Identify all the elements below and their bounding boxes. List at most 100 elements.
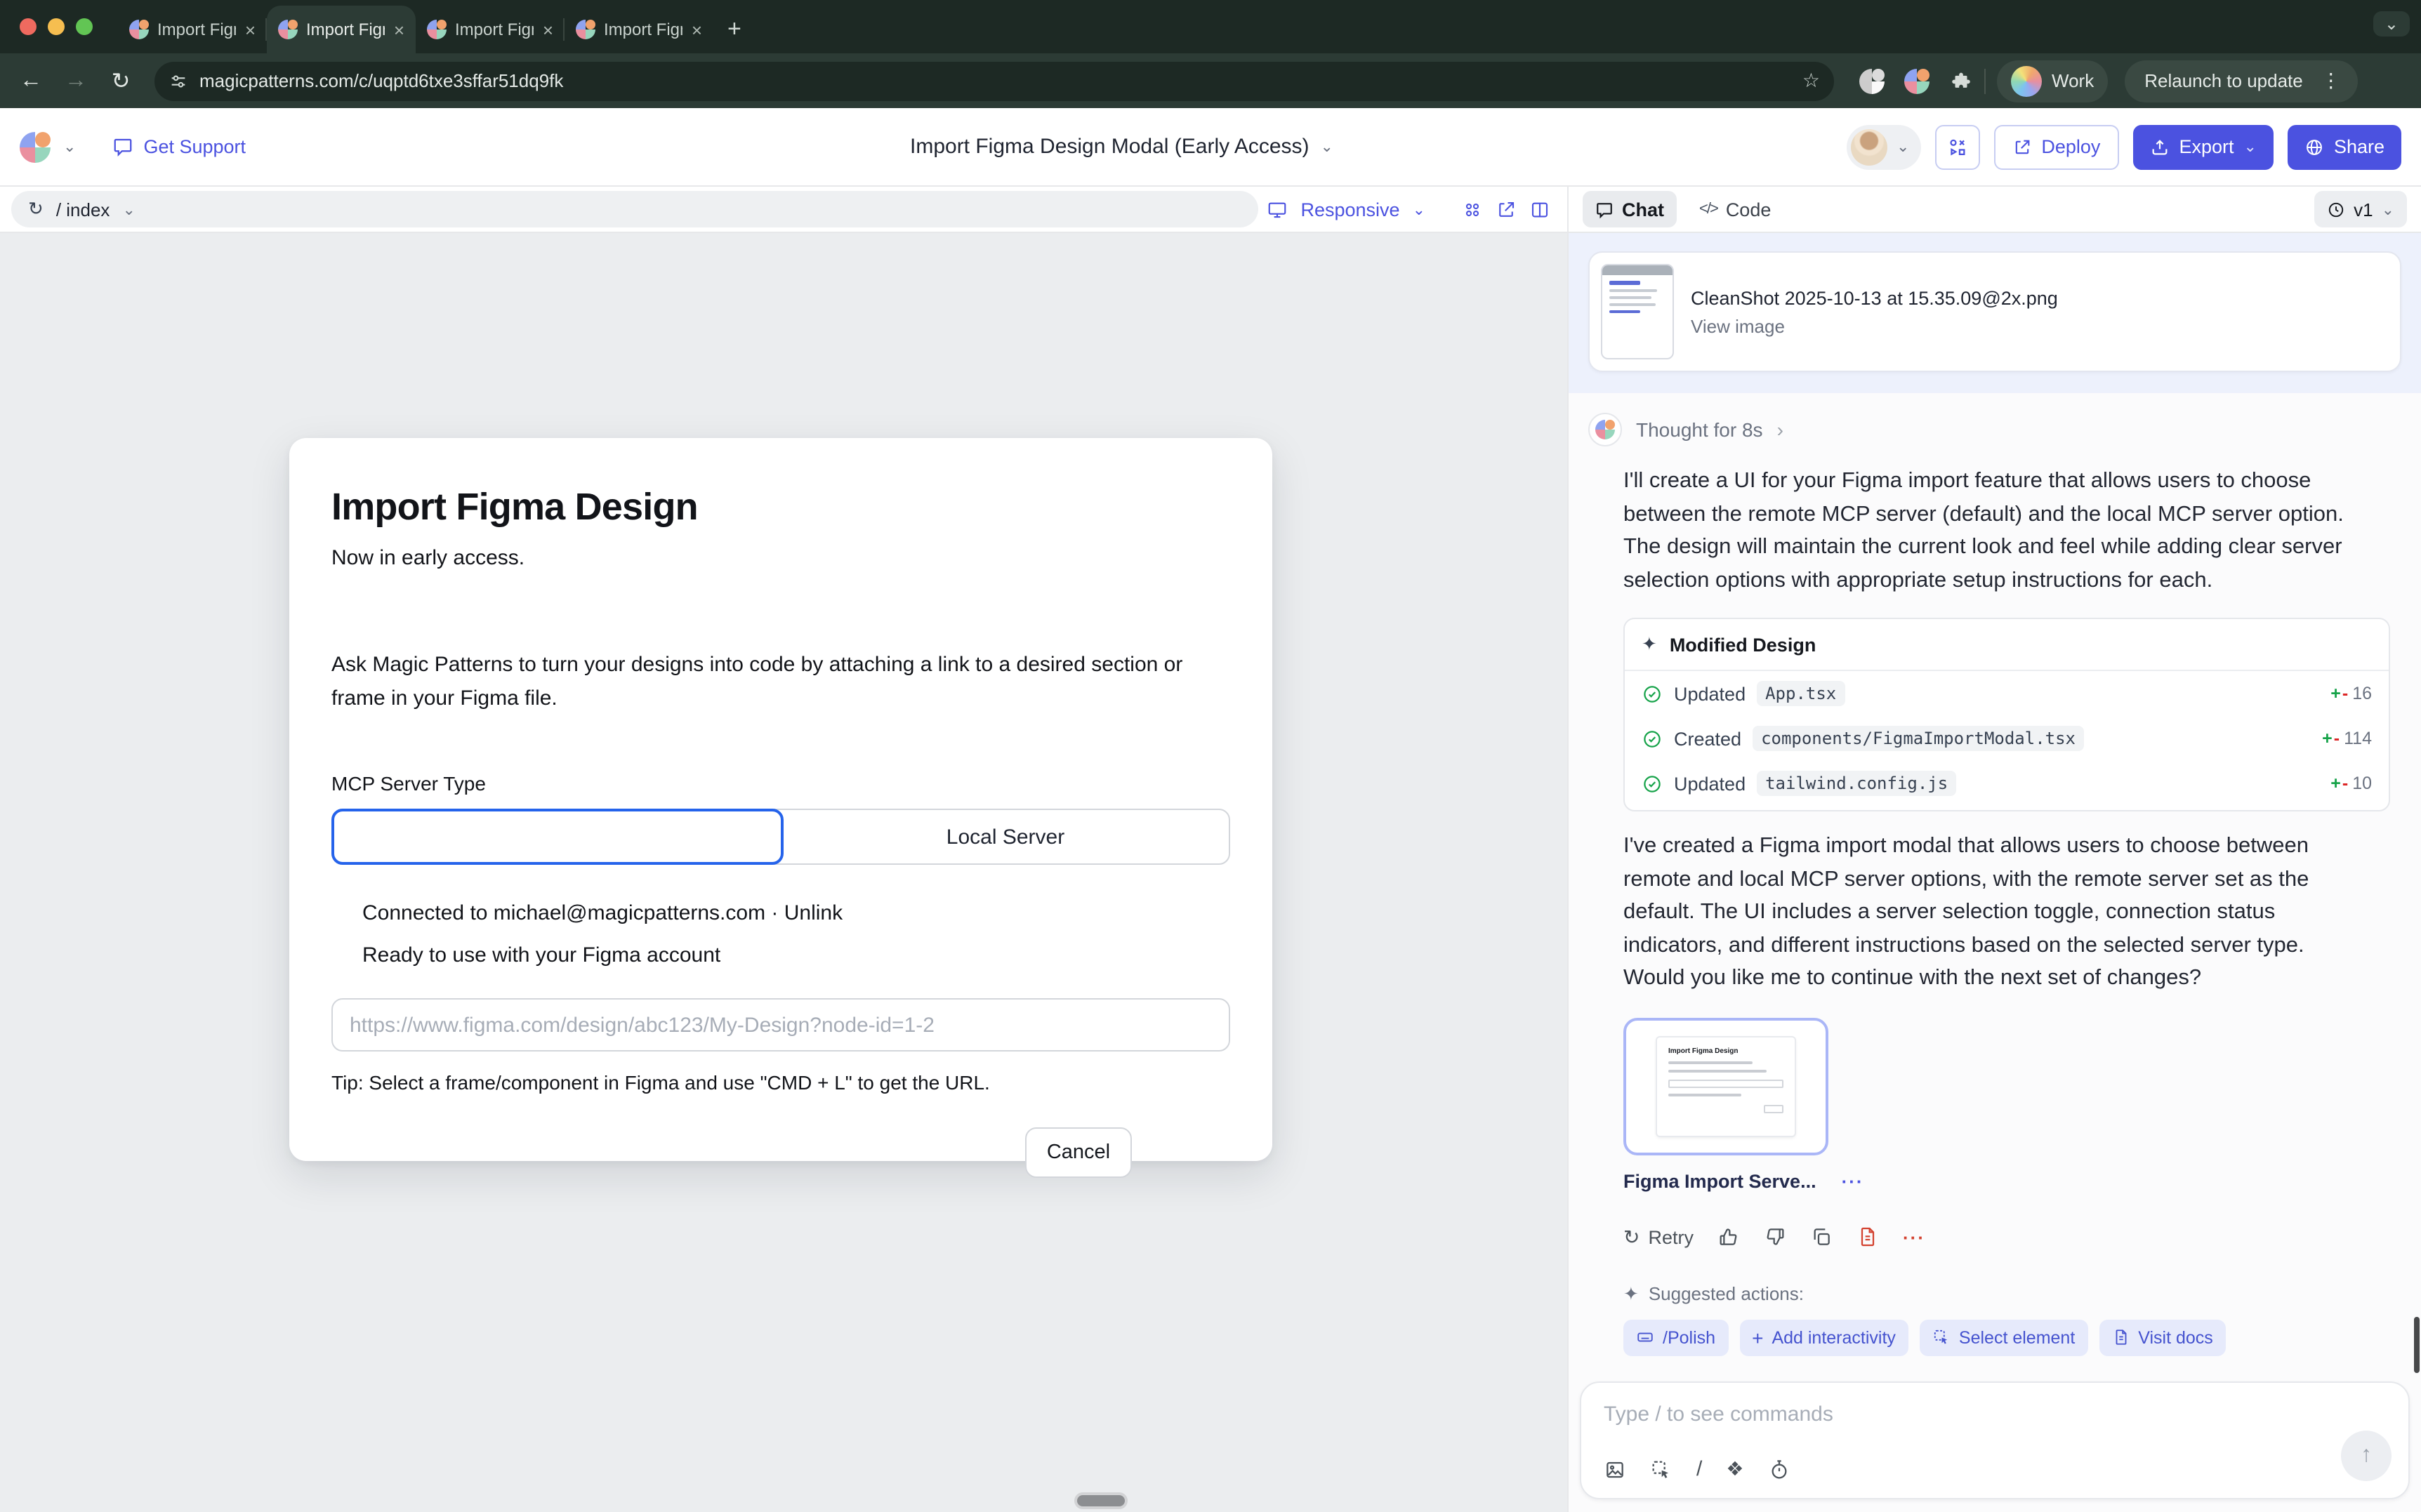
connection-status-line[interactable]: Connected to michael@magicpatterns.com ·… — [331, 901, 1230, 925]
back-button[interactable]: ← — [11, 61, 51, 100]
thought-label: Thought for 8s — [1636, 418, 1763, 441]
retry-button[interactable]: ↻ Retry — [1623, 1225, 1694, 1249]
assistant-avatar — [1588, 413, 1622, 446]
tab-close-icon[interactable]: × — [394, 20, 404, 39]
modified-design-card: ✦ Modified Design Updated App.tsx +-16 — [1623, 618, 2390, 811]
reload-button[interactable]: ↻ — [101, 61, 140, 100]
timer-button[interactable] — [1767, 1458, 1790, 1480]
version-selector[interactable]: v1 ⌄ — [2314, 191, 2407, 227]
vertical-scrollbar-thumb[interactable] — [2414, 1317, 2420, 1373]
preview-reload-icon[interactable]: ↻ — [28, 198, 44, 220]
tab-close-icon[interactable]: × — [543, 20, 553, 39]
figma-url-input[interactable]: https://www.figma.com/design/abc123/My-D… — [331, 998, 1230, 1052]
relaunch-to-update-button[interactable]: Relaunch to update ⋮ — [2125, 60, 2358, 102]
browser-profile-chip[interactable]: Work — [1997, 60, 2108, 102]
url-text: magicpatterns.com/c/uqptd6txe3sffar51dq9… — [199, 70, 1802, 91]
action-visit-docs-button[interactable]: Visit docs — [2099, 1319, 2226, 1355]
bookmark-star-icon[interactable]: ☆ — [1802, 69, 1820, 93]
attach-image-button[interactable] — [1604, 1458, 1626, 1480]
components-diamond-button[interactable]: ❖ — [1726, 1457, 1743, 1481]
copy-button[interactable] — [1810, 1226, 1833, 1248]
forward-button[interactable]: → — [56, 61, 95, 100]
deploy-button[interactable]: Deploy — [1993, 124, 2118, 169]
tab-title: Import Figma Design Modal ( — [455, 20, 534, 39]
extension-magicpatterns-gray-icon[interactable] — [1859, 68, 1885, 93]
file-name-chip: tailwind.config.js — [1757, 771, 1956, 796]
file-name-chip: App.tsx — [1757, 681, 1845, 706]
preview-path-bar[interactable]: ↻ / index ⌄ — [11, 191, 1258, 227]
user-avatar-menu[interactable]: ⌄ — [1847, 124, 1920, 169]
theme-grid-button[interactable] — [1462, 199, 1483, 220]
diff-minus: - — [2342, 684, 2348, 703]
split-view-button[interactable] — [1529, 199, 1550, 220]
artifact-more-icon[interactable]: ··· — [1842, 1170, 1864, 1191]
remote-server-button-selected[interactable] — [331, 809, 784, 865]
share-button[interactable]: Share — [2288, 124, 2401, 169]
export-button[interactable]: Export ⌄ — [2132, 124, 2274, 169]
new-tab-button[interactable]: + — [713, 6, 756, 53]
thought-row[interactable]: Thought for 8s › — [1588, 413, 2399, 446]
chat-input[interactable]: Type / to see commands / ❖ ↑ — [1580, 1381, 2410, 1499]
avatar-chevron-icon: ⌄ — [1896, 138, 1909, 156]
tab-close-icon[interactable]: × — [692, 20, 702, 39]
action-select-element-button[interactable]: Select element — [1920, 1319, 2087, 1355]
design-artifact-card[interactable]: Import Figma Design — [1623, 1017, 1828, 1155]
attachment-card[interactable]: CleanShot 2025-10-13 at 15.35.09@2x.png … — [1588, 251, 2401, 372]
export-icon — [2149, 137, 2169, 157]
magicpatterns-logo[interactable] — [20, 131, 51, 162]
more-actions-icon[interactable]: ··· — [1903, 1226, 1925, 1247]
select-element-button[interactable] — [1650, 1458, 1673, 1480]
site-settings-icon[interactable] — [169, 71, 188, 91]
slash-command-button[interactable]: / — [1696, 1457, 1702, 1481]
window-minimize-button[interactable] — [48, 18, 65, 35]
browser-tab-1[interactable]: Import Figma Design modal | × — [118, 6, 267, 53]
send-button[interactable]: ↑ — [2341, 1431, 2392, 1481]
profile-label: Work — [2052, 70, 2094, 91]
workspace-chevron-icon[interactable]: ⌄ — [63, 138, 76, 156]
diff-number: 114 — [2344, 729, 2372, 748]
profile-avatar — [2011, 65, 2042, 96]
artifact-label-row: Figma Import Serve... ··· — [1623, 1170, 2393, 1191]
window-zoom-button[interactable] — [76, 18, 93, 35]
open-in-new-tab-button[interactable] — [1496, 199, 1517, 220]
tab-chat[interactable]: Chat — [1583, 191, 1677, 227]
artifact-name[interactable]: Figma Import Serve... — [1623, 1170, 1816, 1191]
horizontal-scrollbar-thumb[interactable] — [1077, 1495, 1125, 1506]
extensions-puzzle-icon[interactable] — [1949, 69, 1973, 93]
view-image-link[interactable]: View image — [1691, 315, 2058, 336]
action-label: Visit docs — [2138, 1327, 2213, 1347]
tab-search-chevron-icon[interactable]: ⌄ — [2373, 11, 2410, 37]
tab-code[interactable]: </> Code — [1699, 199, 1771, 220]
message-actions-row: ↻ Retry — [1623, 1225, 2393, 1249]
tab-title: Import Figma Design Modal (E — [306, 20, 385, 39]
file-change-row[interactable]: Created components/FigmaImportModal.tsx … — [1625, 716, 2389, 761]
browser-tab-4[interactable]: Import Figma Design modal | × — [565, 6, 713, 53]
responsive-dropdown[interactable]: Responsive — [1300, 199, 1399, 220]
browser-menu-kebab-icon[interactable]: ⋮ — [2313, 69, 2349, 93]
thought-expand-icon[interactable]: › — [1777, 418, 1783, 441]
thumbs-up-button[interactable] — [1717, 1226, 1740, 1248]
components-button[interactable] — [1934, 124, 1979, 169]
action-add-interactivity-button[interactable]: + Add interactivity — [1739, 1319, 1908, 1355]
file-name-chip: components/FigmaImportModal.tsx — [1753, 726, 2084, 751]
address-bar[interactable]: magicpatterns.com/c/uqptd6txe3sffar51dq9… — [154, 61, 1834, 100]
tab-close-icon[interactable]: × — [245, 20, 256, 39]
thumbs-down-button[interactable] — [1764, 1226, 1786, 1248]
file-change-row[interactable]: Updated tailwind.config.js +-10 — [1625, 761, 2389, 810]
preview-path-chevron-icon[interactable]: ⌄ — [122, 200, 135, 218]
project-title[interactable]: Import Figma Design Modal (Early Access)… — [910, 135, 1333, 159]
cancel-button[interactable]: Cancel — [1025, 1127, 1132, 1178]
action-polish-button[interactable]: /Polish — [1623, 1319, 1728, 1355]
tab-title: Import Figma Design modal | — [604, 20, 683, 39]
browser-tab-2-active[interactable]: Import Figma Design Modal (E × — [267, 6, 416, 53]
globe-icon — [2304, 137, 2324, 157]
extension-magicpatterns-icon[interactable] — [1904, 68, 1929, 93]
browser-toolbar: ← → ↻ magicpatterns.com/c/uqptd6txe3sffa… — [0, 53, 2421, 108]
local-server-button[interactable]: Local Server — [782, 810, 1229, 863]
get-support-link[interactable]: Get Support — [112, 136, 246, 157]
document-button[interactable] — [1856, 1226, 1879, 1248]
tab-strip: Import Figma Design modal | × Import Fig… — [118, 0, 756, 53]
browser-tab-3[interactable]: Import Figma Design Modal ( × — [416, 6, 565, 53]
file-change-row[interactable]: Updated App.tsx +-16 — [1625, 671, 2389, 716]
window-close-button[interactable] — [20, 18, 37, 35]
